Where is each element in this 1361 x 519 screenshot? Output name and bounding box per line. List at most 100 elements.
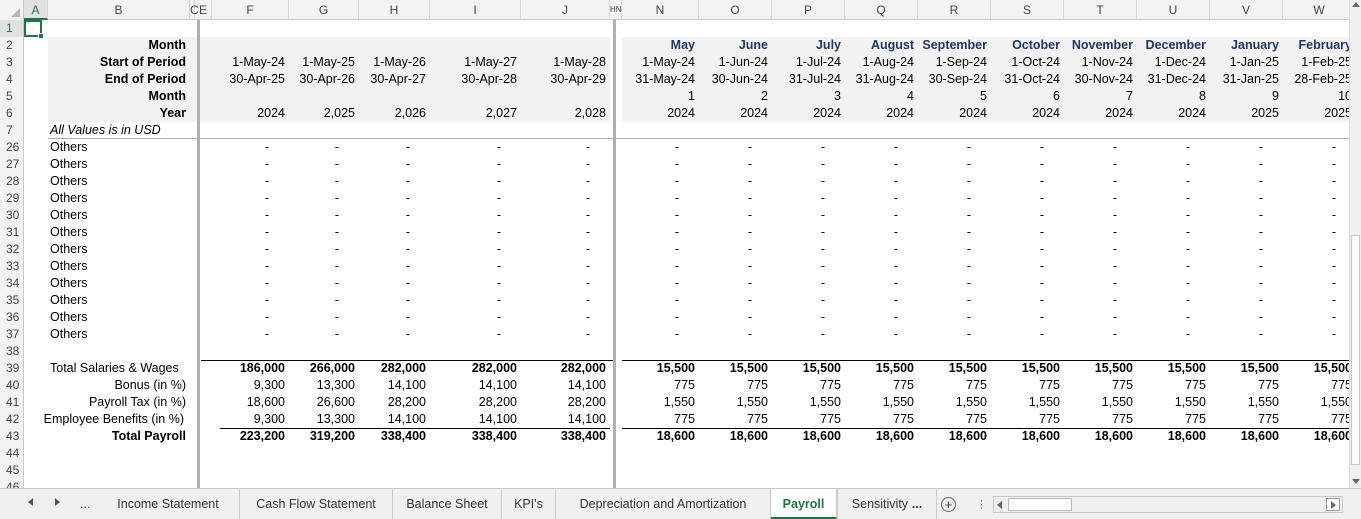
others-value-s[interactable]: - bbox=[993, 326, 1060, 343]
others-value-i[interactable]: - bbox=[432, 258, 517, 275]
others-value-s[interactable]: - bbox=[993, 275, 1060, 292]
others-value-h[interactable]: - bbox=[361, 241, 426, 258]
month-number-v[interactable]: 9 bbox=[1212, 88, 1279, 105]
sheet-tab-depreciation-and-amortization[interactable]: Depreciation and Amortization bbox=[556, 489, 771, 519]
others-value-v[interactable]: - bbox=[1212, 156, 1279, 173]
others-value-p[interactable]: - bbox=[774, 275, 841, 292]
sheet-tab-kpi-s[interactable]: KPI's bbox=[502, 489, 556, 519]
summary-monthly-p[interactable]: 775 bbox=[774, 377, 841, 394]
month-end-r[interactable]: 30-Sep-24 bbox=[920, 71, 987, 88]
row-header-30[interactable]: 30 bbox=[0, 207, 23, 224]
others-value-v[interactable]: - bbox=[1212, 275, 1279, 292]
others-value-n[interactable]: - bbox=[624, 224, 695, 241]
sheet-tab-payroll[interactable]: Payroll bbox=[771, 489, 837, 519]
summary-annual-j[interactable]: 338,400 bbox=[523, 428, 606, 445]
others-value-p[interactable]: - bbox=[774, 326, 841, 343]
column-header-e[interactable]: E bbox=[195, 0, 212, 20]
summary-monthly-r[interactable]: 15,500 bbox=[920, 360, 987, 377]
others-value-o[interactable]: - bbox=[701, 241, 768, 258]
others-value-v[interactable]: - bbox=[1212, 139, 1279, 156]
annual-year-f[interactable]: 2024 bbox=[214, 105, 285, 122]
others-value-t[interactable]: - bbox=[1066, 224, 1133, 241]
summary-monthly-n[interactable]: 18,600 bbox=[624, 428, 695, 445]
tab-scroll-right-icon[interactable] bbox=[55, 498, 60, 506]
others-value-v[interactable]: - bbox=[1212, 241, 1279, 258]
column-header-hn[interactable]: HN bbox=[610, 0, 622, 20]
summary-annual-i[interactable]: 282,000 bbox=[432, 360, 517, 377]
month-end-v[interactable]: 31-Jan-25 bbox=[1212, 71, 1279, 88]
column-header-r[interactable]: R bbox=[918, 0, 991, 20]
others-value-j[interactable]: - bbox=[523, 258, 606, 275]
row-header-38[interactable]: 38 bbox=[0, 343, 23, 360]
row-header-31[interactable]: 31 bbox=[0, 224, 23, 241]
summary-monthly-u[interactable]: 775 bbox=[1139, 411, 1206, 428]
others-value-v[interactable]: - bbox=[1212, 207, 1279, 224]
others-value-g[interactable]: - bbox=[291, 207, 355, 224]
summary-label-0[interactable]: Total Salaries & Wages bbox=[50, 360, 186, 377]
others-value-w[interactable]: - bbox=[1285, 326, 1349, 343]
row-header-3[interactable]: 3 bbox=[0, 54, 23, 71]
others-value-v[interactable]: - bbox=[1212, 309, 1279, 326]
summary-annual-j[interactable]: 14,100 bbox=[523, 377, 606, 394]
sheet-tab-sensitivity[interactable]: Sensitivity... bbox=[837, 489, 937, 519]
others-value-w[interactable]: - bbox=[1285, 275, 1349, 292]
month-end-u[interactable]: 31-Dec-24 bbox=[1139, 71, 1206, 88]
others-value-w[interactable]: - bbox=[1285, 309, 1349, 326]
others-value-o[interactable]: - bbox=[701, 139, 768, 156]
others-value-f[interactable]: - bbox=[214, 309, 285, 326]
others-value-w[interactable]: - bbox=[1285, 173, 1349, 190]
others-value-s[interactable]: - bbox=[993, 139, 1060, 156]
others-label[interactable]: Others bbox=[50, 326, 186, 343]
others-value-f[interactable]: - bbox=[214, 207, 285, 224]
others-value-p[interactable]: - bbox=[774, 241, 841, 258]
others-value-j[interactable]: - bbox=[523, 326, 606, 343]
month-number-t[interactable]: 7 bbox=[1066, 88, 1133, 105]
others-value-u[interactable]: - bbox=[1139, 241, 1206, 258]
column-header-q[interactable]: Q bbox=[845, 0, 918, 20]
annual-end-g[interactable]: 30-Apr-26 bbox=[291, 71, 355, 88]
others-value-n[interactable]: - bbox=[624, 190, 695, 207]
others-value-v[interactable]: - bbox=[1212, 173, 1279, 190]
others-value-s[interactable]: - bbox=[993, 224, 1060, 241]
sheet-grid[interactable]: Month Start of Period End of Period Month Ye… bbox=[24, 20, 1349, 488]
summary-monthly-o[interactable]: 775 bbox=[701, 377, 768, 394]
annual-start-i[interactable]: 1-May-27 bbox=[432, 54, 517, 71]
sheet-tab-income-statement[interactable]: Income Statement bbox=[97, 489, 240, 519]
others-value-f[interactable]: - bbox=[214, 224, 285, 241]
annual-year-i[interactable]: 2,027 bbox=[432, 105, 517, 122]
scroll-left-arrow-icon[interactable] bbox=[997, 501, 1002, 509]
others-value-t[interactable]: - bbox=[1066, 139, 1133, 156]
active-cell-a1[interactable] bbox=[24, 20, 44, 39]
summary-monthly-q[interactable]: 775 bbox=[847, 411, 914, 428]
others-label[interactable]: Others bbox=[50, 292, 186, 309]
others-value-q[interactable]: - bbox=[847, 224, 914, 241]
month-number-o[interactable]: 2 bbox=[701, 88, 768, 105]
summary-monthly-r[interactable]: 775 bbox=[920, 411, 987, 428]
summary-monthly-n[interactable]: 775 bbox=[624, 411, 695, 428]
others-value-u[interactable]: - bbox=[1139, 275, 1206, 292]
summary-monthly-w[interactable]: 15,500 bbox=[1285, 360, 1349, 377]
sheet-tab-cash-flow-statement[interactable]: Cash Flow Statement bbox=[240, 489, 393, 519]
others-value-q[interactable]: - bbox=[847, 275, 914, 292]
scroll-down-arrow-icon[interactable] bbox=[1352, 479, 1360, 484]
select-all-corner[interactable] bbox=[0, 0, 24, 20]
others-value-q[interactable]: - bbox=[847, 292, 914, 309]
others-label[interactable]: Others bbox=[50, 224, 186, 241]
row-header-42[interactable]: 42 bbox=[0, 411, 23, 428]
summary-monthly-p[interactable]: 1,550 bbox=[774, 394, 841, 411]
others-value-t[interactable]: - bbox=[1066, 241, 1133, 258]
others-value-g[interactable]: - bbox=[291, 173, 355, 190]
summary-monthly-o[interactable]: 15,500 bbox=[701, 360, 768, 377]
others-value-g[interactable]: - bbox=[291, 224, 355, 241]
others-value-j[interactable]: - bbox=[523, 207, 606, 224]
others-label[interactable]: Others bbox=[50, 173, 186, 190]
others-value-i[interactable]: - bbox=[432, 309, 517, 326]
others-value-r[interactable]: - bbox=[920, 309, 987, 326]
others-value-t[interactable]: - bbox=[1066, 292, 1133, 309]
annual-end-i[interactable]: 30-Apr-28 bbox=[432, 71, 517, 88]
others-value-f[interactable]: - bbox=[214, 190, 285, 207]
others-value-r[interactable]: - bbox=[920, 190, 987, 207]
column-header-t[interactable]: T bbox=[1064, 0, 1137, 20]
row-header-44[interactable]: 44 bbox=[0, 445, 23, 462]
others-value-r[interactable]: - bbox=[920, 241, 987, 258]
